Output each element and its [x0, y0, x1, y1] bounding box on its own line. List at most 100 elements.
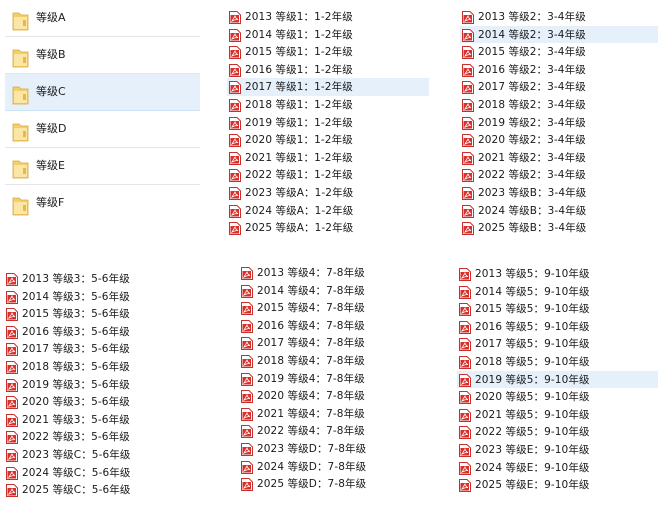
file-item[interactable]: 2018 等级5：9-10年级: [457, 353, 658, 371]
folder-item-b[interactable]: 等级B: [5, 37, 200, 74]
file-item[interactable]: 2017 等级3：5-6年级: [4, 340, 204, 358]
file-item[interactable]: 2013 等级3：5-6年级: [4, 270, 204, 288]
file-item[interactable]: 2016 等级1：1-2年级: [227, 61, 429, 79]
file-item[interactable]: 2020 等级2：3-4年级: [460, 131, 658, 149]
file-item[interactable]: 2014 等级4：7-8年级: [239, 282, 439, 300]
file-item[interactable]: 2022 等级3：5-6年级: [4, 428, 204, 446]
file-item[interactable]: 2022 等级1：1-2年级: [227, 166, 429, 184]
file-item[interactable]: 2023 等级A：1-2年级: [227, 184, 429, 202]
file-item[interactable]: 2017 等级5：9-10年级: [457, 335, 658, 353]
file-item[interactable]: 2019 等级4：7-8年级: [239, 370, 439, 388]
file-item[interactable]: 2024 等级C：5-6年级: [4, 464, 204, 482]
pdf-icon: [462, 134, 474, 148]
file-item[interactable]: 2017 等级2：3-4年级: [460, 78, 658, 96]
file-name: 2017 等级2：3-4年级: [478, 81, 586, 94]
file-item[interactable]: 2023 等级B：3-4年级: [460, 184, 658, 202]
file-item[interactable]: 2020 等级4：7-8年级: [239, 387, 439, 405]
file-item[interactable]: 2018 等级4：7-8年级: [239, 352, 439, 370]
file-item[interactable]: 2014 等级3：5-6年级: [4, 288, 204, 306]
pdf-icon: [229, 11, 241, 24]
file-name: 2023 等级B：3-4年级: [478, 186, 587, 199]
file-item[interactable]: 2024 等级D：7-8年级: [239, 458, 439, 476]
file-name: 2017 等级3：5-6年级: [22, 343, 130, 356]
file-item[interactable]: 2021 等级4：7-8年级: [239, 405, 439, 423]
file-item[interactable]: 2014 等级2：3-4年级: [460, 25, 658, 44]
file-item[interactable]: 2021 等级5：9-10年级: [457, 406, 658, 424]
file-item[interactable]: 2019 等级2：3-4年级: [460, 114, 658, 132]
file-name: 2016 等级3：5-6年级: [22, 325, 130, 338]
pdf-icon: [241, 354, 253, 368]
file-item[interactable]: 2021 等级1：1-2年级: [227, 149, 429, 167]
file-item[interactable]: 2019 等级1：1-2年级: [227, 114, 429, 132]
file-item[interactable]: 2013 等级2：3-4年级: [460, 8, 658, 26]
file-item[interactable]: 2024 等级B：3-4年级: [460, 202, 658, 220]
file-item[interactable]: 2018 等级2：3-4年级: [460, 96, 658, 114]
file-name: 2024 等级B：3-4年级: [478, 204, 587, 217]
file-item[interactable]: 2019 等级3：5-6年级: [4, 376, 204, 394]
file-item[interactable]: 2017 等级1：1-2年级: [227, 78, 429, 96]
file-item[interactable]: 2016 等级2：3-4年级: [460, 61, 658, 79]
file-item[interactable]: 2023 等级C：5-6年级: [4, 446, 204, 464]
file-item[interactable]: 2013 等级5：9-10年级: [457, 265, 658, 283]
file-name: 2020 等级4：7-8年级: [257, 390, 365, 403]
file-item[interactable]: 2022 等级5：9-10年级: [457, 423, 658, 441]
file-item[interactable]: 2022 等级2：3-4年级: [460, 166, 658, 184]
pdf-icon: [6, 466, 18, 480]
file-name: 2018 等级2：3-4年级: [478, 98, 586, 111]
pdf-icon: [229, 116, 241, 130]
pdf-icon: [241, 302, 253, 316]
file-item[interactable]: 2018 等级1：1-2年级: [227, 96, 429, 114]
file-item[interactable]: 2020 等级3：5-6年级: [4, 393, 204, 411]
file-item[interactable]: 2025 等级D：7-8年级: [239, 475, 439, 493]
file-item[interactable]: 2016 等级3：5-6年级: [4, 323, 204, 341]
pdf-icon: [6, 273, 18, 286]
file-name: 2019 等级1：1-2年级: [245, 116, 353, 129]
pdf-icon: [241, 267, 253, 280]
file-item[interactable]: 2017 等级4：7-8年级: [239, 334, 439, 352]
file-item[interactable]: 2019 等级5：9-10年级: [457, 370, 658, 389]
file-item[interactable]: 2013 等级4：7-8年级: [239, 264, 439, 282]
file-name: 2015 等级4：7-8年级: [257, 302, 365, 315]
file-item[interactable]: 2014 等级5：9-10年级: [457, 283, 658, 301]
file-item[interactable]: 2023 等级E：9-10年级: [457, 441, 658, 459]
pdf-icon: [462, 28, 474, 42]
folder-item-d[interactable]: 等级D: [5, 111, 200, 148]
file-item[interactable]: 2024 等级A：1-2年级: [227, 202, 429, 220]
file-item[interactable]: 2025 等级C：5-6年级: [4, 481, 204, 499]
file-item[interactable]: 2014 等级1：1-2年级: [227, 26, 429, 44]
folder-item-a[interactable]: 等级A: [5, 0, 200, 37]
file-item[interactable]: 2025 等级B：3-4年级: [460, 219, 658, 237]
file-item[interactable]: 2016 等级4：7-8年级: [239, 317, 439, 335]
file-item[interactable]: 2025 等级A：1-2年级: [227, 219, 429, 237]
folder-item-c[interactable]: 等级C: [5, 74, 200, 111]
file-item[interactable]: 2021 等级2：3-4年级: [460, 149, 658, 167]
file-item[interactable]: 2015 等级1：1-2年级: [227, 43, 429, 61]
file-item[interactable]: 2015 等级3：5-6年级: [4, 305, 204, 323]
pdf-icon: [462, 186, 474, 200]
file-item[interactable]: 2018 等级3：5-6年级: [4, 358, 204, 376]
file-item[interactable]: 2021 等级3：5-6年级: [4, 411, 204, 429]
folder-item-e[interactable]: 等级E: [5, 148, 200, 185]
file-item[interactable]: 2022 等级4：7-8年级: [239, 422, 439, 440]
file-item[interactable]: 2020 等级1：1-2年级: [227, 131, 429, 149]
pdf-icon: [229, 81, 241, 95]
folder-item-f[interactable]: 等级F: [5, 185, 200, 222]
file-item[interactable]: 2015 等级4：7-8年级: [239, 299, 439, 317]
file-name: 2019 等级4：7-8年级: [257, 372, 365, 385]
pdf-icon: [462, 222, 474, 236]
file-item[interactable]: 2025 等级E：9-10年级: [457, 476, 658, 494]
file-item[interactable]: 2023 等级D：7-8年级: [239, 440, 439, 458]
file-name: 2014 等级2：3-4年级: [478, 28, 586, 41]
file-item[interactable]: 2015 等级2：3-4年级: [460, 43, 658, 61]
file-item[interactable]: 2020 等级5：9-10年级: [457, 388, 658, 406]
file-item[interactable]: 2015 等级5：9-10年级: [457, 300, 658, 318]
file-item[interactable]: 2016 等级5：9-10年级: [457, 318, 658, 336]
file-name: 2024 等级D：7-8年级: [257, 460, 367, 473]
file-name: 2025 等级A：1-2年级: [245, 222, 354, 235]
pdf-icon: [241, 337, 253, 351]
file-item[interactable]: 2024 等级E：9-10年级: [457, 459, 658, 477]
file-item[interactable]: 2013 等级1：1-2年级: [227, 8, 429, 26]
pdf-icon: [229, 98, 241, 112]
pdf-icon: [241, 407, 253, 421]
file-name: 2015 等级3：5-6年级: [22, 308, 130, 321]
